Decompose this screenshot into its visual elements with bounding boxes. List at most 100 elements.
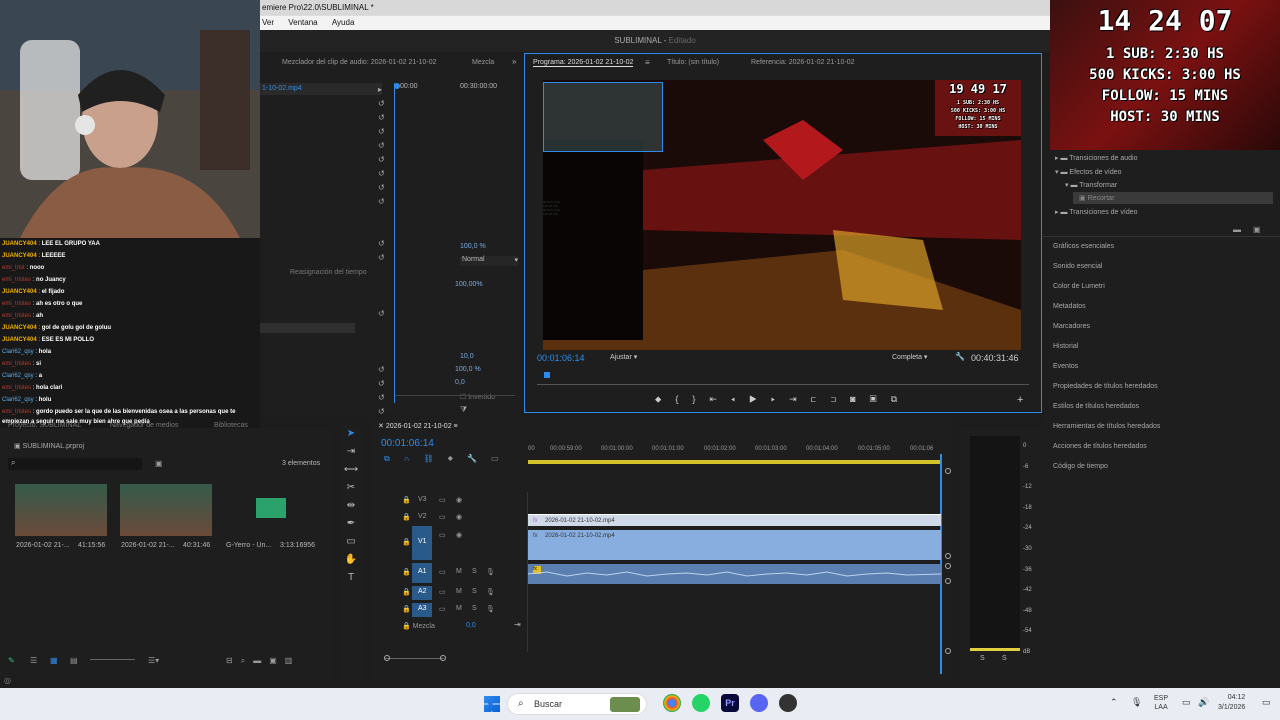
step-back-icon[interactable]: ◂: [731, 394, 749, 404]
rectangle-icon[interactable]: ▭: [340, 533, 362, 551]
work-area-bar[interactable]: [528, 460, 942, 464]
opacity-value[interactable]: 100,0 %: [460, 243, 486, 250]
tree-item[interactable]: ▾ ▬ Efectos de vídeo: [1055, 168, 1122, 176]
panel-history[interactable]: Historial: [1053, 343, 1078, 350]
mark-in-icon[interactable]: {: [675, 394, 692, 404]
premiere-icon[interactable]: Pr: [721, 694, 739, 712]
taskbar-search[interactable]: ⌕ Buscar: [507, 693, 647, 715]
snap-icon[interactable]: ∩: [404, 454, 424, 463]
timeline-zoom-bar[interactable]: [384, 658, 444, 659]
clip-v2[interactable]: fx 2026-01-02 21-10-02.mp4: [527, 514, 941, 526]
lift-icon[interactable]: ⊏: [811, 394, 831, 404]
panel-menu-icon[interactable]: ≡: [645, 58, 650, 67]
add-marker-icon[interactable]: ⬥: [448, 454, 467, 463]
windows-start-icon[interactable]: [484, 696, 500, 712]
menu-ayuda[interactable]: Ayuda: [332, 16, 355, 30]
sort-icon[interactable]: ☰▾: [148, 656, 159, 665]
mask-expand-value[interactable]: 0,0: [455, 379, 465, 386]
wrench-icon[interactable]: 🔧: [955, 352, 965, 361]
play-icon[interactable]: ▶: [749, 394, 771, 404]
vr-icon[interactable]: ⧉: [891, 394, 911, 404]
camera-icon[interactable]: ◙: [850, 394, 869, 404]
discord-icon[interactable]: [750, 694, 768, 712]
mix-value[interactable]: 0,0: [466, 622, 476, 629]
filter-icon[interactable]: ⧩: [460, 405, 467, 415]
tab-libraries[interactable]: Bibliotecas: [214, 422, 248, 429]
type-icon[interactable]: T: [340, 569, 362, 587]
solo-left-icon[interactable]: S: [980, 655, 985, 662]
linked-icon[interactable]: ⛓: [423, 454, 447, 463]
blend-mode-select[interactable]: Normal ▾: [460, 256, 518, 266]
tree-item[interactable]: ▸ ▬ Transiciones de audio: [1055, 154, 1138, 162]
solo-right-icon[interactable]: S: [1002, 655, 1007, 662]
quality-select[interactable]: Completa ▾: [892, 353, 927, 361]
playhead-marker[interactable]: [544, 372, 550, 378]
new-item-icon[interactable]: ▣: [269, 656, 285, 665]
mic-tray-icon[interactable]: 🎙: [1131, 697, 1142, 708]
network-icon[interactable]: ▭: [1182, 697, 1191, 708]
panel-legacy-title-tools[interactable]: Herramientas de títulos heredados: [1053, 423, 1160, 430]
go-out-icon[interactable]: ⇥: [789, 394, 811, 404]
crop-selection-box[interactable]: [543, 82, 663, 152]
selection-tool-icon[interactable]: ➤: [340, 425, 362, 443]
new-item-icon[interactable]: ▣: [1253, 225, 1261, 234]
mark-out-icon[interactable]: }: [692, 394, 709, 404]
obs-icon[interactable]: [779, 694, 797, 712]
razor-icon[interactable]: ✂: [340, 479, 362, 497]
tab-mixer[interactable]: Mezcla: [472, 59, 494, 66]
bin-icon[interactable]: ▣: [155, 459, 163, 468]
new-folder-icon[interactable]: ▬: [1233, 225, 1241, 234]
nest-icon[interactable]: ⧉: [384, 454, 404, 463]
media-thumbnail[interactable]: [120, 484, 212, 536]
mask-feather-value[interactable]: 10,0: [460, 353, 474, 360]
language-indicator[interactable]: ESP LAA: [1154, 694, 1168, 712]
marker-icon[interactable]: ⬥: [655, 394, 675, 404]
folder-icon[interactable]: ▬: [253, 656, 269, 665]
clip-v1[interactable]: fx 2026-01-02 21-10-02.mp4: [527, 530, 941, 560]
panel-events[interactable]: Eventos: [1053, 363, 1078, 370]
extract-icon[interactable]: ⊐: [830, 394, 850, 404]
settings-icon[interactable]: 🔧: [467, 454, 491, 463]
panel-timecode[interactable]: Código de tiempo: [1053, 463, 1108, 470]
audio-thumbnail[interactable]: [222, 484, 320, 536]
step-forward-icon[interactable]: ▸: [771, 394, 789, 404]
menu-ver[interactable]: Ver: [262, 16, 274, 30]
tab-project[interactable]: Proyecto: SUBLIMINAL: [8, 422, 81, 429]
chrome-icon[interactable]: [663, 694, 681, 712]
panel-essential-sound[interactable]: Sonido esencial: [1053, 263, 1102, 270]
clip-a1[interactable]: fx: [527, 564, 941, 584]
panel-legacy-title-styles[interactable]: Estilos de títulos heredados: [1053, 403, 1139, 410]
pencil-icon[interactable]: ✎: [8, 656, 15, 665]
tab-title[interactable]: Título: (sin título): [667, 59, 719, 66]
freeform-view-icon[interactable]: ▤: [70, 656, 78, 665]
tree-item[interactable]: ▾ ▬ Transformar: [1065, 181, 1117, 189]
speed-value[interactable]: 100,00%: [455, 281, 483, 288]
tab-reference[interactable]: Referencia: 2026-01-02 21-10-02: [751, 59, 855, 66]
menu-ventana[interactable]: Ventana: [288, 16, 317, 30]
sequence-tab[interactable]: ✕ 2026-01-02 21-10-02 ≡: [378, 422, 458, 430]
pen-icon[interactable]: ✒: [340, 515, 362, 533]
find-icon[interactable]: ⌕: [241, 656, 253, 665]
panel-metadata[interactable]: Metadatos: [1053, 303, 1086, 310]
notifications-icon[interactable]: ▭: [1262, 697, 1271, 708]
tree-item-selected[interactable]: ▣ Recortar: [1079, 194, 1114, 202]
tray-chevron-icon[interactable]: ⌃: [1110, 697, 1118, 708]
list-view-icon[interactable]: ☰: [30, 656, 37, 665]
timeline-timecode[interactable]: 00:01:06:14: [381, 438, 434, 449]
add-button-icon[interactable]: +: [1017, 394, 1023, 406]
captions-icon[interactable]: ▭: [491, 454, 513, 463]
program-timecode[interactable]: 00:01:06:14: [537, 353, 585, 363]
track-select-icon[interactable]: ⇥: [340, 443, 362, 461]
media-thumbnail[interactable]: [15, 484, 107, 536]
project-search-input[interactable]: ⌕: [8, 458, 142, 470]
clock[interactable]: 04:12 3/1/2026: [1218, 693, 1245, 713]
panel-essential-graphics[interactable]: Gráficos esenciales: [1053, 243, 1114, 250]
whatsapp-icon[interactable]: [692, 694, 710, 712]
go-in-icon[interactable]: ⇤: [709, 394, 731, 404]
mix-end-icon[interactable]: ⇥: [514, 620, 521, 629]
panel-markers[interactable]: Marcadores: [1053, 323, 1090, 330]
mask-opacity-value[interactable]: 100,0 %: [455, 366, 481, 373]
panel-overflow-icon[interactable]: »: [512, 57, 516, 66]
slip-icon[interactable]: ⇹: [340, 497, 362, 515]
icon-view-icon[interactable]: ▦: [50, 656, 58, 665]
